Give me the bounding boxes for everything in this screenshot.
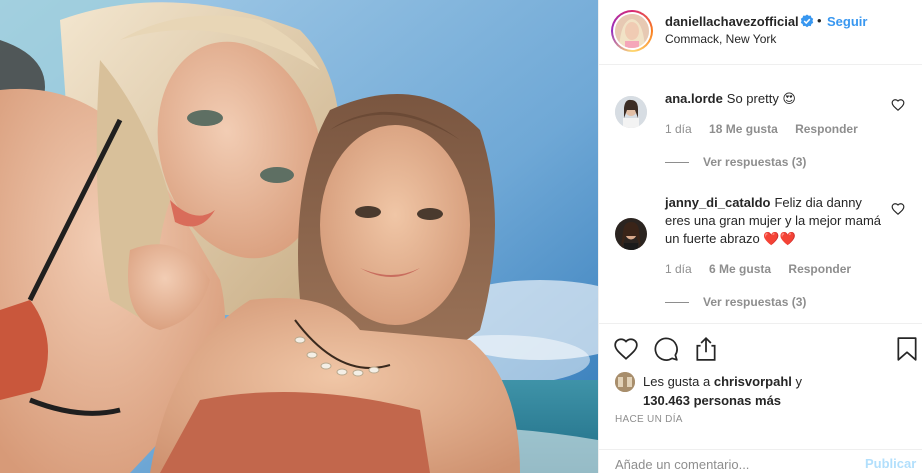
post-location[interactable]: Commack, New York <box>665 32 776 46</box>
avatar <box>615 14 649 48</box>
post-comment-button[interactable]: Publicar <box>865 456 916 471</box>
comment-body: ana.lorde So pretty 😍 <box>665 90 890 108</box>
share-icon[interactable] <box>693 336 719 362</box>
post-username[interactable]: daniellachavezofficial <box>665 14 799 29</box>
liker-username[interactable]: chrisvorpahl <box>714 374 792 389</box>
comment-username[interactable]: janny_di_cataldo <box>665 195 770 210</box>
comment-meta: 1 día 18 Me gusta Responder <box>665 122 872 136</box>
follow-button[interactable]: Seguir <box>827 14 867 29</box>
comment-input[interactable] <box>615 452 855 473</box>
comment-heart-icon[interactable] <box>891 98 905 112</box>
comment-heart-icon[interactable] <box>891 202 905 216</box>
post-header: daniellachavezofficial • Seguir Commack,… <box>599 0 922 65</box>
view-replies-button[interactable]: Ver respuestas (3) <box>665 155 806 169</box>
post-actions: Les gusta a chrisvorpahl y 130.463 perso… <box>599 323 922 449</box>
liked-by: Les gusta a chrisvorpahl y 130.463 perso… <box>615 370 915 410</box>
view-replies-label: Ver respuestas (3) <box>703 295 807 309</box>
replies-divider <box>665 302 689 304</box>
avatar-image <box>615 14 649 48</box>
heart-icon[interactable] <box>613 336 639 362</box>
likes-count[interactable]: 130.463 personas más <box>643 393 781 408</box>
liker-avatar-image <box>615 372 635 392</box>
post-side-panel: daniellachavezofficial • Seguir Commack,… <box>598 0 922 473</box>
liker-avatar[interactable] <box>615 372 635 392</box>
instagram-post: daniellachavezofficial • Seguir Commack,… <box>0 0 922 473</box>
comment-avatar-image <box>615 218 647 250</box>
post-timestamp[interactable]: HACE UN DÍA <box>615 414 683 425</box>
reply-button[interactable]: Responder <box>795 122 858 136</box>
comment-body: janny_di_cataldo Feliz dia danny eres una… <box>665 194 890 248</box>
comment-likes[interactable]: 18 Me gusta <box>709 122 778 136</box>
comment-avatar-image <box>615 96 647 128</box>
replies-divider <box>665 162 689 164</box>
comment-likes[interactable]: 6 Me gusta <box>709 262 771 276</box>
likes-conjunction: y <box>795 374 803 389</box>
view-replies-button[interactable]: Ver respuestas (3) <box>665 295 806 309</box>
comments-list[interactable]: ana.lorde So pretty 😍 1 día 18 Me gusta R… <box>599 66 922 322</box>
likes-prefix: Les gusta a <box>643 374 711 389</box>
comment-username[interactable]: ana.lorde <box>665 91 723 106</box>
likes-summary: Les gusta a chrisvorpahl y <box>643 374 802 389</box>
comment-avatar[interactable] <box>615 218 647 250</box>
comment-age[interactable]: 1 día <box>665 122 692 136</box>
comment-age[interactable]: 1 día <box>665 262 692 276</box>
comment-text: So pretty 😍 <box>726 91 796 106</box>
comment-avatar[interactable] <box>615 96 647 128</box>
comment-bubble-icon[interactable] <box>653 336 679 362</box>
selfie-image <box>0 0 598 473</box>
add-comment-bar: Publicar <box>599 449 922 473</box>
post-photo[interactable] <box>0 0 598 473</box>
view-replies-label: Ver respuestas (3) <box>703 155 807 169</box>
comment-meta: 1 día 6 Me gusta Responder <box>665 262 865 276</box>
verified-badge-icon <box>800 14 814 28</box>
story-ring-avatar[interactable] <box>611 10 653 52</box>
reply-button[interactable]: Responder <box>788 262 851 276</box>
bookmark-icon[interactable] <box>894 336 920 362</box>
header-separator: • <box>817 13 822 28</box>
